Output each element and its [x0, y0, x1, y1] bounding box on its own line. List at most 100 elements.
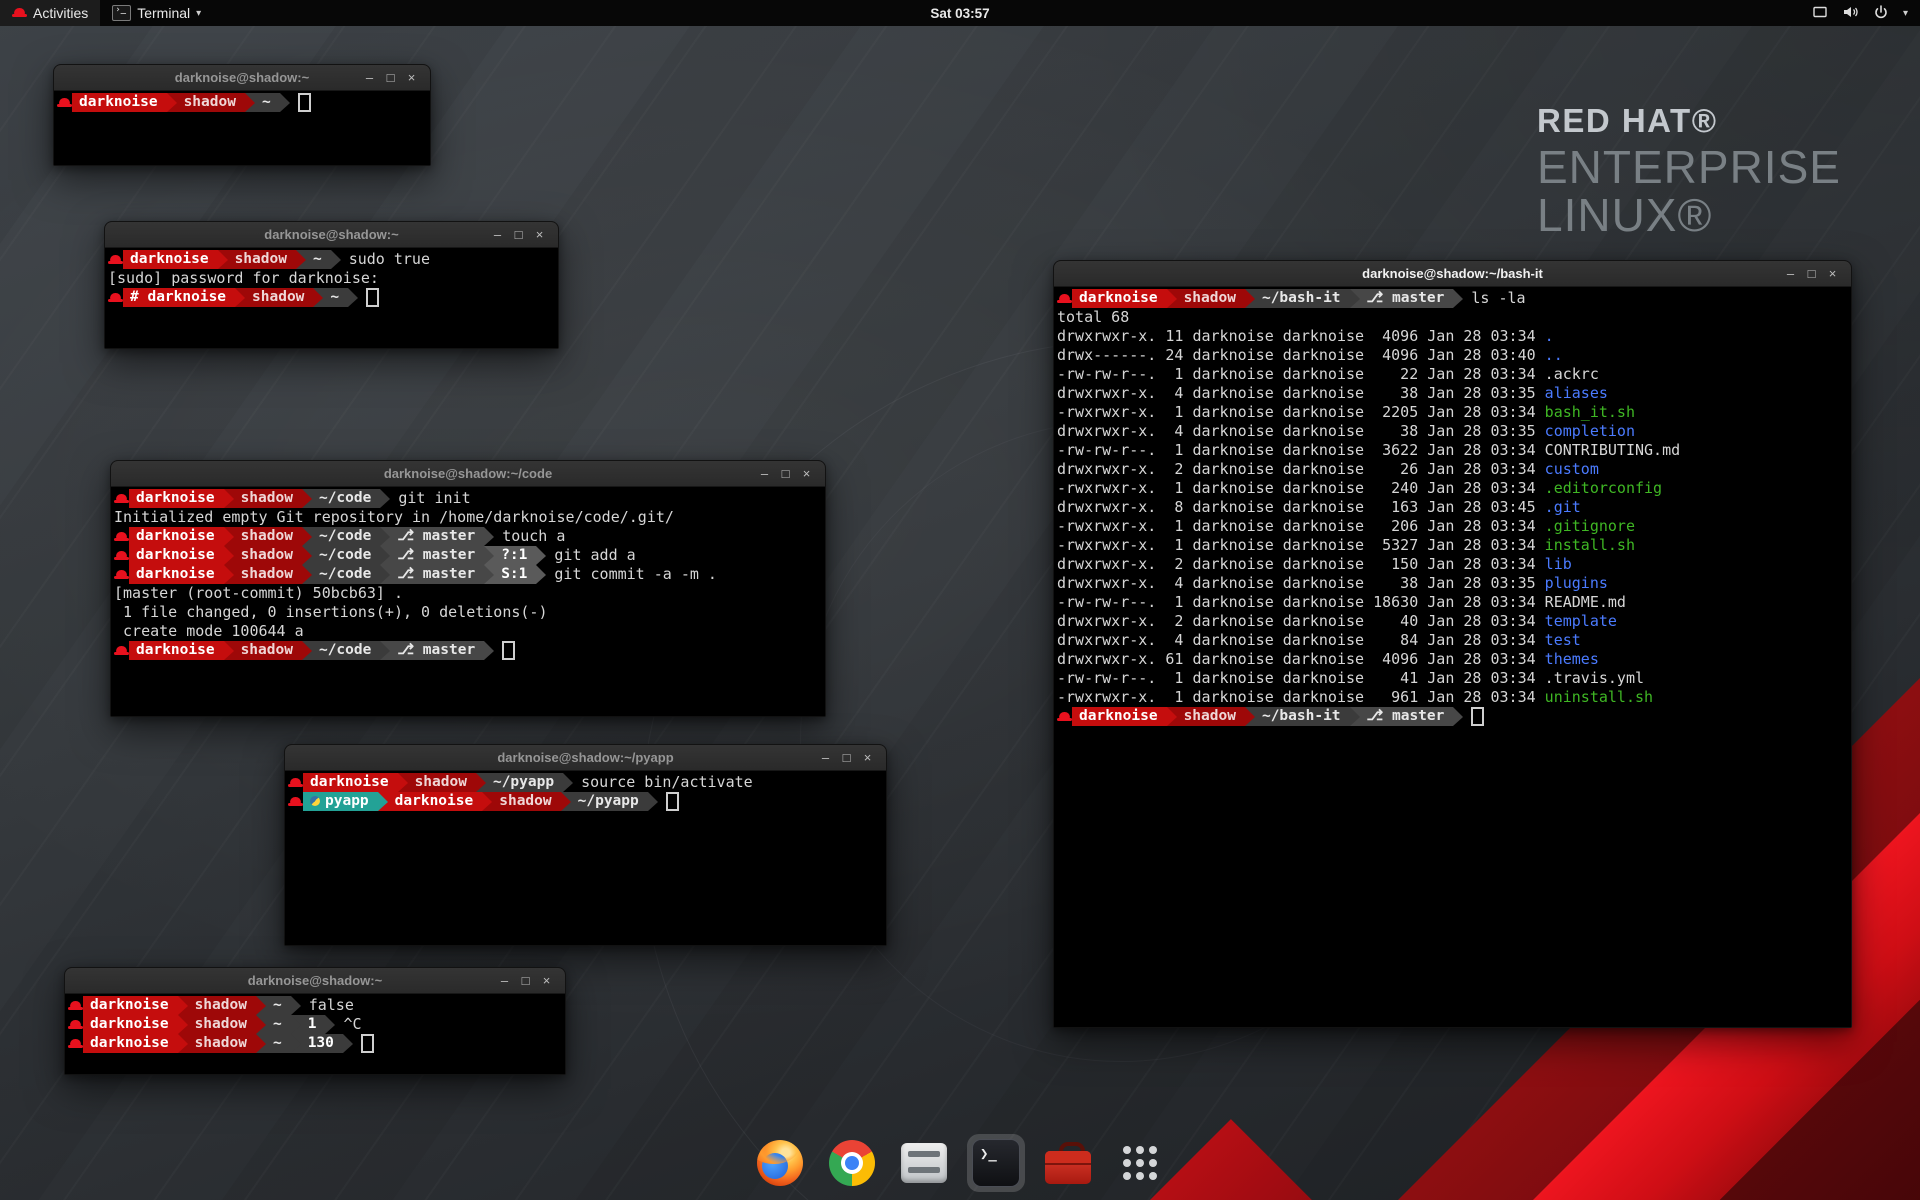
- python-icon: [310, 796, 320, 806]
- terminal-line: darknoiseshadow~/code⎇ mastertouch a: [114, 527, 823, 546]
- terminal-line: drwxrwxr-x. 4 darknoise darknoise 84 Jan…: [1057, 631, 1849, 650]
- prompt-segment-path: ~: [306, 250, 331, 269]
- powerline-separator: [378, 792, 388, 811]
- close-button[interactable]: ×: [401, 65, 422, 90]
- powerline-separator: [331, 250, 341, 269]
- prompt-segment-path: ~/pyapp: [486, 773, 563, 792]
- window-titlebar[interactable]: darknoise@shadow:~ – □ ×: [54, 65, 430, 91]
- prompt-segment-host: shadow: [177, 93, 245, 112]
- close-button[interactable]: ×: [796, 461, 817, 486]
- minimize-button[interactable]: –: [754, 461, 775, 486]
- minimize-button[interactable]: –: [494, 968, 515, 993]
- dock-chrome[interactable]: [823, 1134, 881, 1192]
- terminal-line: drwxrwxr-x. 4 darknoise darknoise 38 Jan…: [1057, 422, 1849, 441]
- chevron-down-icon[interactable]: ▾: [1903, 8, 1908, 19]
- powerline-separator: [218, 250, 228, 269]
- clock[interactable]: Sat 03:57: [930, 6, 989, 21]
- volume-icon[interactable]: [1842, 4, 1859, 23]
- terminal-body[interactable]: darknoiseshadow~/codegit initInitialized…: [111, 487, 825, 716]
- maximize-button[interactable]: □: [380, 65, 401, 90]
- powerline-separator: [1245, 289, 1255, 308]
- prompt-segment-host: shadow: [188, 1034, 256, 1053]
- powerline-separator: [484, 546, 494, 565]
- powerline-separator: [398, 773, 408, 792]
- terminal-cursor: [502, 641, 515, 660]
- close-button[interactable]: ×: [857, 745, 878, 770]
- window-titlebar[interactable]: darknoise@shadow:~ – □ ×: [65, 968, 565, 994]
- terminal-cursor: [1471, 707, 1484, 726]
- powerline-separator: [484, 641, 494, 660]
- terminal-line: -rw-rw-r--. 1 darknoise darknoise 3622 J…: [1057, 441, 1849, 460]
- maximize-button[interactable]: □: [508, 222, 529, 247]
- maximize-button[interactable]: □: [515, 968, 536, 993]
- powerline-separator: [178, 1015, 188, 1034]
- prompt-segment-gitst: ?:1: [494, 546, 536, 565]
- terminal-window: darknoise@shadow:~ – □ × darknoiseshadow…: [53, 64, 431, 166]
- maximize-button[interactable]: □: [775, 461, 796, 486]
- powerline-separator: [380, 641, 390, 660]
- command-text: ls -la: [1471, 289, 1525, 308]
- dock-files[interactable]: [895, 1134, 953, 1192]
- maximize-button[interactable]: □: [1801, 261, 1822, 286]
- window-titlebar[interactable]: darknoise@shadow:~/pyapp – □ ×: [285, 745, 886, 771]
- powerline-separator: [224, 641, 234, 660]
- minimize-button[interactable]: –: [359, 65, 380, 90]
- prompt-segment-git: ⎇ master: [390, 641, 484, 660]
- command-text: source bin/activate: [581, 773, 753, 792]
- prompt-segment-user: darknoise: [1072, 707, 1167, 726]
- prompt-segment-host: shadow: [234, 546, 302, 565]
- prompt-segment-user: darknoise: [303, 773, 398, 792]
- powerline-separator: [178, 1034, 188, 1053]
- terminal-line: darknoiseshadow~/bash-it⎇ masterls -la: [1057, 289, 1849, 308]
- powerline-separator: [291, 996, 301, 1015]
- terminal-window: darknoise@shadow:~/code – □ × darknoises…: [110, 460, 826, 717]
- powerline-separator: [343, 1034, 353, 1053]
- dock: [751, 1134, 1169, 1192]
- close-button[interactable]: ×: [1822, 261, 1843, 286]
- terminal-body[interactable]: darknoiseshadow~falsedarknoiseshadow~1^C…: [65, 994, 565, 1074]
- dock-terminal[interactable]: [967, 1134, 1025, 1192]
- prompt-segment-host: shadow: [1177, 289, 1245, 308]
- power-icon[interactable]: [1873, 4, 1889, 23]
- prompt-segment-path: ~: [266, 1034, 291, 1053]
- terminal-line: darknoiseshadow~/code⎇ masterS:1git comm…: [114, 565, 823, 584]
- prompt-segment-git: ⎇ master: [390, 546, 484, 565]
- maximize-button[interactable]: □: [836, 745, 857, 770]
- terminal-window: darknoise@shadow:~/pyapp – □ × darknoise…: [284, 744, 887, 946]
- minimize-button[interactable]: –: [487, 222, 508, 247]
- prompt-segment-user: darknoise: [129, 565, 224, 584]
- terminal-body[interactable]: darknoiseshadow~: [54, 91, 430, 165]
- terminal-cursor: [666, 792, 679, 811]
- powerline-separator: [484, 565, 494, 584]
- window-titlebar[interactable]: darknoise@shadow:~/code – □ ×: [111, 461, 825, 487]
- prompt-segment-path: ~/bash-it: [1255, 707, 1350, 726]
- terminal-body[interactable]: darknoiseshadow~sudo true[sudo] password…: [105, 248, 558, 348]
- powerline-separator: [224, 565, 234, 584]
- dock-app-grid[interactable]: [1111, 1134, 1169, 1192]
- minimize-button[interactable]: –: [1780, 261, 1801, 286]
- terminal-body[interactable]: darknoiseshadow~/pyappsource bin/activat…: [285, 771, 886, 945]
- powerline-separator: [291, 1034, 301, 1053]
- dock-firefox[interactable]: [751, 1134, 809, 1192]
- window-icon[interactable]: [1812, 4, 1828, 23]
- prompt-segment-user: darknoise: [129, 489, 224, 508]
- top-bar: Activities Terminal ▾ Sat 03:57 ▾: [0, 0, 1920, 26]
- prompt-segment-path: ~/code: [312, 546, 380, 565]
- terminal-app-menu[interactable]: Terminal ▾: [100, 0, 213, 26]
- close-button[interactable]: ×: [529, 222, 550, 247]
- redhat-prompt-icon: [1057, 707, 1072, 726]
- dock-toolbox[interactable]: [1039, 1134, 1097, 1192]
- terminal-line: [sudo] password for darknoise:: [108, 269, 556, 288]
- firefox-icon: [757, 1140, 803, 1186]
- redhat-logo-icon: [12, 5, 27, 21]
- activities-button[interactable]: Activities: [0, 0, 100, 26]
- powerline-separator: [380, 546, 390, 565]
- window-titlebar[interactable]: darknoise@shadow:~/bash-it – □ ×: [1054, 261, 1851, 287]
- window-titlebar[interactable]: darknoise@shadow:~ – □ ×: [105, 222, 558, 248]
- close-button[interactable]: ×: [536, 968, 557, 993]
- prompt-segment-path: ~: [266, 996, 291, 1015]
- redhat-prompt-icon: [114, 546, 129, 565]
- terminal-body[interactable]: darknoiseshadow~/bash-it⎇ masterls -lato…: [1054, 287, 1851, 1027]
- minimize-button[interactable]: –: [815, 745, 836, 770]
- command-text: false: [309, 996, 354, 1015]
